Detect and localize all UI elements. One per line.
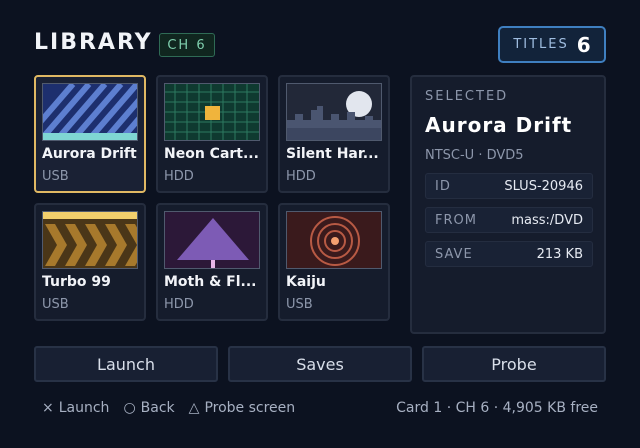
hint-probe-screen: △ Probe screen bbox=[189, 400, 295, 416]
game-tile-neon-cart[interactable]: Neon Cart... HDD bbox=[156, 75, 268, 193]
game-title: Silent Har... bbox=[286, 146, 379, 162]
titles-count: 6 bbox=[576, 32, 591, 57]
channel-badge: CH 6 bbox=[159, 33, 215, 57]
diagonal-stripes-art-icon bbox=[42, 83, 138, 141]
field-key: FROM bbox=[435, 213, 477, 228]
night-city-moon-art-icon bbox=[286, 83, 382, 141]
probe-button[interactable]: Probe bbox=[422, 346, 606, 382]
selected-detail-panel: SELECTED Aurora Drift NTSC-U · DVD5 ID S… bbox=[410, 75, 606, 334]
field-key: ID bbox=[435, 179, 451, 194]
cross-button-icon: × bbox=[42, 400, 54, 416]
titles-label: TITLES bbox=[513, 37, 569, 52]
detail-field-id: ID SLUS-20946 bbox=[425, 173, 593, 199]
green-grid-art-icon bbox=[164, 83, 260, 141]
game-tile-silent-har[interactable]: Silent Har... HDD bbox=[278, 75, 390, 193]
game-source: HDD bbox=[286, 169, 316, 184]
game-title: Turbo 99 bbox=[42, 274, 111, 290]
field-value: 213 KB bbox=[536, 247, 583, 262]
game-title: Aurora Drift bbox=[42, 146, 137, 162]
chevron-arrows-art-icon bbox=[42, 211, 138, 269]
game-tile-moth-and-fl[interactable]: Moth & Fl... HDD bbox=[156, 203, 268, 321]
triangle-button-icon: △ bbox=[188, 400, 200, 416]
game-title: Moth & Fl... bbox=[164, 274, 257, 290]
game-tile-turbo-99[interactable]: Turbo 99 USB bbox=[34, 203, 146, 321]
detail-heading: SELECTED bbox=[425, 89, 509, 104]
detail-meta: NTSC-U · DVD5 bbox=[425, 148, 524, 163]
detail-title: Aurora Drift bbox=[425, 113, 573, 137]
launch-button[interactable]: Launch bbox=[34, 346, 218, 382]
detail-field-from: FROM mass:/DVD bbox=[425, 207, 593, 233]
hint-back: ○ Back bbox=[123, 400, 174, 416]
game-source: USB bbox=[42, 297, 69, 312]
game-source: HDD bbox=[164, 169, 194, 184]
game-source: USB bbox=[286, 297, 313, 312]
game-source: USB bbox=[42, 169, 69, 184]
hint-launch: × Launch bbox=[42, 400, 109, 416]
field-key: SAVE bbox=[435, 247, 473, 262]
game-title: Kaiju bbox=[286, 274, 326, 290]
controller-hints: × Launch ○ Back △ Probe screen bbox=[42, 400, 295, 416]
circle-button-icon: ○ bbox=[123, 400, 136, 416]
field-value: SLUS-20946 bbox=[504, 179, 583, 194]
page-title: LIBRARY bbox=[34, 30, 153, 55]
game-source: HDD bbox=[164, 297, 194, 312]
hint-label: Back bbox=[140, 400, 175, 416]
game-tile-kaiju[interactable]: Kaiju USB bbox=[278, 203, 390, 321]
storage-status: Card 1 · CH 6 · 4,905 KB free bbox=[396, 400, 598, 416]
detail-field-save: SAVE 213 KB bbox=[425, 241, 593, 267]
saves-button[interactable]: Saves bbox=[228, 346, 412, 382]
concentric-rings-art-icon bbox=[286, 211, 382, 269]
titles-count-box: TITLES 6 bbox=[498, 26, 606, 63]
field-value: mass:/DVD bbox=[511, 213, 583, 228]
game-title: Neon Cart... bbox=[164, 146, 259, 162]
purple-triangle-art-icon bbox=[164, 211, 260, 269]
hint-label: Probe screen bbox=[204, 400, 296, 416]
hint-label: Launch bbox=[58, 400, 110, 416]
game-tile-aurora-drift[interactable]: Aurora Drift USB bbox=[34, 75, 146, 193]
